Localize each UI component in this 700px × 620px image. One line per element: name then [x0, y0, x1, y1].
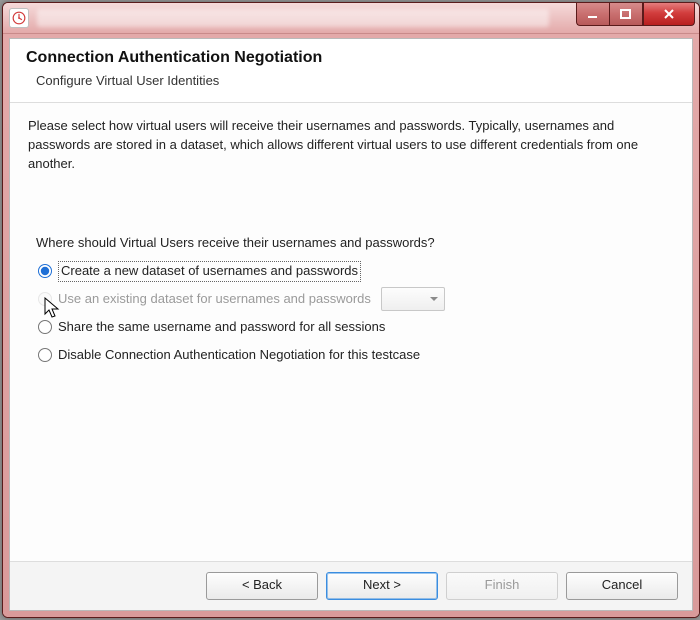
wizard-title: Connection Authentication Negotiation: [26, 49, 676, 67]
option-share-credentials[interactable]: Share the same username and password for…: [36, 316, 674, 338]
button-bar: < Back Next > Finish Cancel: [10, 561, 692, 610]
back-button[interactable]: < Back: [206, 572, 318, 600]
wizard-body: Please select how virtual users will rec…: [10, 103, 692, 561]
titlebar[interactable]: [3, 3, 699, 34]
option-existing-dataset: Use an existing dataset for usernames an…: [36, 288, 674, 310]
minimize-button[interactable]: [576, 3, 609, 26]
existing-dataset-select: [381, 287, 445, 311]
option-share-credentials-label: Share the same username and password for…: [58, 318, 385, 337]
cancel-button[interactable]: Cancel: [566, 572, 678, 600]
wizard-header: Connection Authentication Negotiation Co…: [10, 39, 692, 103]
option-disable-auth[interactable]: Disable Connection Authentication Negoti…: [36, 344, 674, 366]
close-button[interactable]: [643, 3, 695, 26]
options-group: Create a new dataset of usernames and pa…: [36, 260, 674, 366]
option-disable-auth-label: Disable Connection Authentication Negoti…: [58, 346, 420, 365]
question-text: Where should Virtual Users receive their…: [36, 234, 674, 253]
radio-share-credentials[interactable]: [38, 320, 52, 334]
client-area: Connection Authentication Negotiation Co…: [9, 38, 693, 611]
dialog-window: Connection Authentication Negotiation Co…: [2, 2, 700, 618]
radio-disable-auth[interactable]: [38, 348, 52, 362]
option-create-dataset[interactable]: Create a new dataset of usernames and pa…: [36, 260, 674, 282]
next-button[interactable]: Next >: [326, 572, 438, 600]
radio-create-dataset[interactable]: [38, 264, 52, 278]
window-controls: [576, 3, 695, 25]
app-icon: [9, 8, 29, 28]
option-create-dataset-label: Create a new dataset of usernames and pa…: [58, 261, 361, 282]
radio-existing-dataset: [38, 292, 52, 306]
intro-text: Please select how virtual users will rec…: [28, 117, 674, 174]
window-title: [37, 9, 549, 27]
finish-button: Finish: [446, 572, 558, 600]
option-existing-dataset-label: Use an existing dataset for usernames an…: [58, 290, 371, 309]
window-frame: Connection Authentication Negotiation Co…: [3, 34, 699, 617]
maximize-button[interactable]: [609, 3, 643, 26]
wizard-subtitle: Configure Virtual User Identities: [26, 73, 676, 88]
